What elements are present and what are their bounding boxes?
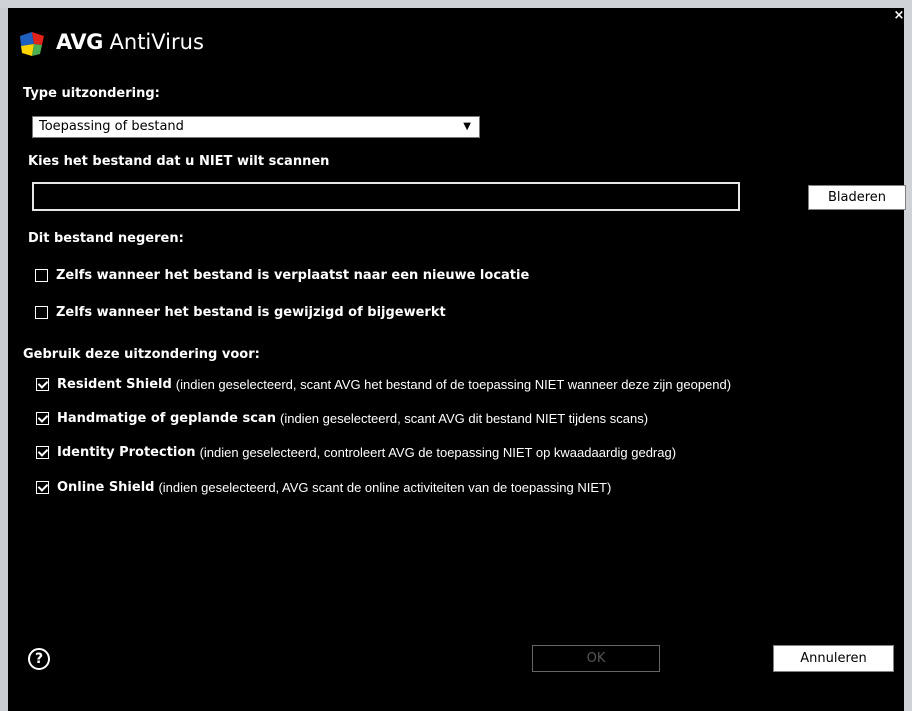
ignore-label: Dit bestand negeren: bbox=[28, 231, 184, 246]
option-name: Handmatige of geplande scan bbox=[57, 411, 276, 426]
exception-type-label: Type uitzondering: bbox=[23, 86, 160, 101]
help-icon[interactable]: ? bbox=[28, 648, 50, 670]
checkbox[interactable] bbox=[35, 306, 48, 319]
file-label: Kies het bestand dat u NIET wilt scannen bbox=[28, 154, 330, 169]
checkbox-checked[interactable] bbox=[36, 481, 49, 494]
window-frame-top bbox=[0, 0, 912, 8]
dropdown-arrow-icon: ▼ bbox=[463, 121, 471, 132]
product-name: AntiVirus bbox=[109, 30, 204, 54]
use-for-label: Gebruik deze uitzondering voor: bbox=[23, 347, 260, 362]
option-name: Online Shield bbox=[57, 480, 155, 495]
manual-scan-option[interactable]: Handmatige of geplande scan (indien gese… bbox=[36, 411, 648, 426]
option-label: Zelfs wanneer het bestand is verplaatst … bbox=[56, 268, 530, 283]
brand-name: AVG bbox=[56, 30, 103, 54]
ignore-modified-option[interactable]: Zelfs wanneer het bestand is gewijzigd o… bbox=[35, 305, 446, 320]
ok-button[interactable]: OK bbox=[532, 645, 660, 672]
window-frame-right bbox=[904, 0, 912, 711]
avg-logo-icon bbox=[20, 32, 44, 56]
option-description: (indien geselecteerd, AVG scant de onlin… bbox=[158, 480, 612, 495]
online-shield-option[interactable]: Online Shield (indien geselecteerd, AVG … bbox=[36, 480, 611, 495]
close-icon[interactable]: × bbox=[892, 8, 906, 24]
exception-dialog: × AVG AntiVirus Type uitzondering: Toepa… bbox=[8, 8, 906, 711]
option-description: (indien geselecteerd, controleert AVG de… bbox=[199, 445, 677, 460]
checkbox-checked[interactable] bbox=[36, 446, 49, 459]
exception-type-select[interactable]: Toepassing of bestand ▼ bbox=[32, 116, 480, 138]
checkbox[interactable] bbox=[35, 269, 48, 282]
browse-button[interactable]: Bladeren bbox=[808, 185, 906, 210]
checkbox-checked[interactable] bbox=[36, 412, 49, 425]
option-name: Resident Shield bbox=[57, 377, 172, 392]
option-description: (indien geselecteerd, scant AVG het best… bbox=[175, 377, 732, 392]
ignore-moved-option[interactable]: Zelfs wanneer het bestand is verplaatst … bbox=[35, 268, 529, 283]
file-path-input[interactable] bbox=[32, 182, 740, 211]
identity-protection-option[interactable]: Identity Protection (indien geselecteerd… bbox=[36, 445, 676, 460]
option-description: (indien geselecteerd, scant AVG dit best… bbox=[280, 411, 649, 426]
app-title: AVG AntiVirus bbox=[56, 30, 204, 54]
resident-shield-option[interactable]: Resident Shield (indien geselecteerd, sc… bbox=[36, 377, 731, 392]
checkbox-checked[interactable] bbox=[36, 378, 49, 391]
option-label: Zelfs wanneer het bestand is gewijzigd o… bbox=[56, 305, 446, 320]
cancel-button[interactable]: Annuleren bbox=[773, 645, 894, 672]
exception-type-value: Toepassing of bestand bbox=[39, 119, 184, 134]
option-name: Identity Protection bbox=[57, 445, 196, 460]
